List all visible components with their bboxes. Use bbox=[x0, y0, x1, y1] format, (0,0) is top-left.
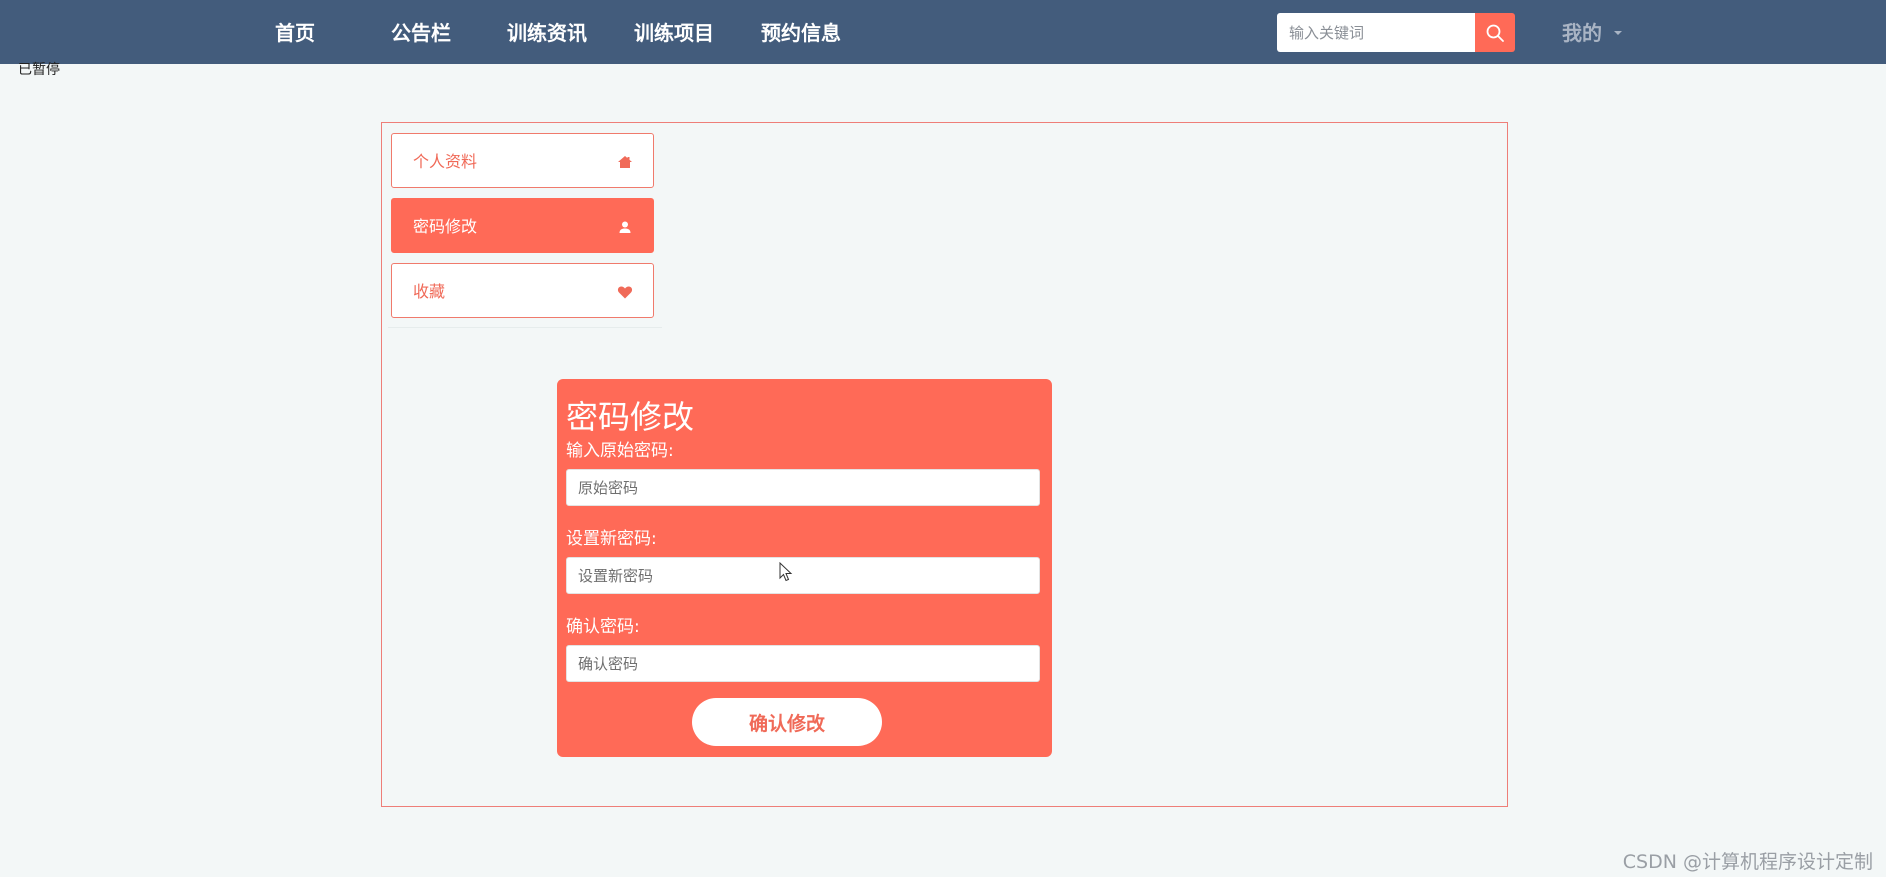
mouse-cursor-icon bbox=[779, 562, 793, 582]
nav-item-bulletin[interactable]: 公告栏 bbox=[391, 0, 451, 64]
watermark: CSDN @计算机程序设计定制 bbox=[1622, 851, 1873, 873]
home-icon bbox=[618, 156, 632, 168]
nav-item-training-projects[interactable]: 训练项目 bbox=[634, 0, 714, 64]
page-title: 密码修改 bbox=[566, 398, 695, 436]
sidebar-item-change-password[interactable]: 密码修改 bbox=[391, 198, 654, 253]
nav-item-reservations[interactable]: 预约信息 bbox=[761, 0, 841, 64]
search-button[interactable] bbox=[1475, 13, 1515, 52]
old-password-input[interactable] bbox=[566, 469, 1040, 506]
sidebar-item-profile[interactable]: 个人资料 bbox=[391, 133, 654, 188]
user-icon bbox=[619, 221, 631, 233]
nav-item-home[interactable]: 首页 bbox=[275, 0, 315, 64]
caret-down-icon bbox=[1614, 30, 1622, 35]
new-password-label: 设置新密码: bbox=[566, 529, 657, 549]
sidebar-item-label: 个人资料 bbox=[413, 152, 478, 171]
search-icon bbox=[1486, 24, 1504, 42]
nav-item-training-news[interactable]: 训练资讯 bbox=[507, 0, 587, 64]
old-password-label: 输入原始密码: bbox=[566, 441, 674, 461]
sidebar-divider bbox=[388, 327, 662, 328]
search-input[interactable] bbox=[1277, 13, 1475, 52]
sidebar-item-favorites[interactable]: 收藏 bbox=[391, 263, 654, 318]
new-password-input[interactable] bbox=[566, 557, 1040, 594]
confirm-password-label: 确认密码: bbox=[566, 617, 640, 637]
user-menu[interactable]: 我的 bbox=[1562, 0, 1622, 64]
sidebar-item-label: 收藏 bbox=[413, 282, 446, 301]
user-menu-label: 我的 bbox=[1562, 21, 1602, 45]
sidebar-item-label: 密码修改 bbox=[413, 217, 478, 236]
paused-status-label: 已暂停 bbox=[18, 62, 60, 78]
confirm-change-button[interactable]: 确认修改 bbox=[692, 698, 882, 746]
heart-icon bbox=[617, 286, 633, 299]
top-nav-bar: 首页 公告栏 训练资讯 训练项目 预约信息 我的 bbox=[0, 0, 1886, 64]
confirm-password-input[interactable] bbox=[566, 645, 1040, 682]
